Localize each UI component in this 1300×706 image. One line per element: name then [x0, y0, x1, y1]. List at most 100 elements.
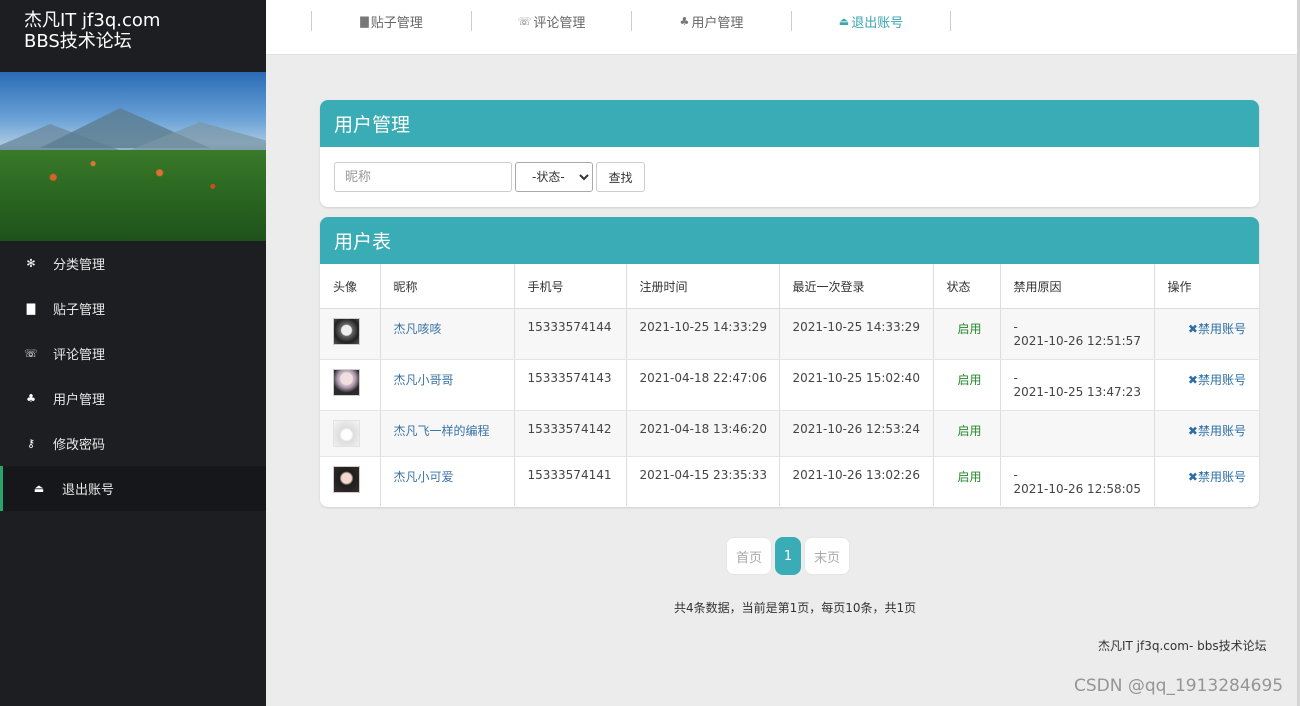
avatar-cell [320, 308, 381, 360]
sidebar-item-comments[interactable]: ☏ 评论管理 [0, 331, 266, 376]
close-icon: ✖ [1187, 423, 1198, 438]
topnav-item-comments[interactable]: ☏ 评论管理 [471, 11, 631, 31]
topnav-item-users[interactable]: ♣ 用户管理 [631, 11, 791, 31]
topnav-item-logout[interactable]: ⏏ 退出账号 [791, 11, 951, 31]
nickname-link[interactable]: 杰凡小可爱 [394, 470, 454, 484]
comments-icon: ☏ [517, 14, 532, 28]
key-icon: ⚷ [26, 437, 36, 450]
nickname-cell: 杰凡小可爱 [380, 456, 515, 506]
sidebar-item-label: 修改密码 [53, 438, 106, 453]
ban-reason-text: - [1013, 467, 1018, 482]
actions-cell: ✖禁用账号 [1154, 456, 1259, 506]
nickname-link[interactable]: 杰凡飞一样的编程 [394, 424, 490, 438]
actions-cell: ✖禁用账号 [1154, 308, 1259, 360]
brand-line-2: BBS技术论坛 [24, 31, 132, 52]
sidebar-item-posts[interactable]: ▇ 贴子管理 [0, 286, 266, 331]
nickname-cell: 杰凡小哥哥 [380, 359, 515, 411]
nickname-cell: 杰凡咳咳 [380, 308, 515, 360]
status-select[interactable]: -状态- [515, 162, 593, 192]
panel-title: 用户管理 [320, 100, 1259, 147]
user-table: 头像 昵称 手机号 注册时间 最近一次登录 状态 禁用原因 操作 杰凡咳咳 15… [320, 264, 1259, 506]
avatar [333, 368, 360, 396]
sidebar-menu: ✻ 分类管理 ▇ 贴子管理 ☏ 评论管理 ♣ 用户管理 ⚷ 修改密码 ⏏ 退出账… [0, 241, 266, 511]
disable-account-button[interactable]: ✖禁用账号 [1188, 322, 1246, 336]
sidebar-item-category[interactable]: ✻ 分类管理 [0, 241, 266, 286]
avatar-cell [320, 456, 381, 506]
file-icon: ▇ [360, 14, 369, 28]
users-icon: ♣ [679, 14, 690, 28]
topnav-item-label: 退出账号 [851, 15, 904, 31]
search-bar: -状态- 查找 [320, 147, 1259, 192]
topnav-item-label: 评论管理 [533, 15, 586, 31]
watermark: CSDN @qq_1913284695 [1074, 676, 1284, 696]
status-cell: 启用 [933, 456, 1001, 506]
last-login-cell: 2021-10-25 14:33:29 [779, 308, 934, 360]
sidebar-item-label: 分类管理 [53, 258, 106, 273]
disable-account-button[interactable]: ✖禁用账号 [1188, 424, 1246, 438]
topnav-item-label: 贴子管理 [370, 15, 423, 31]
topnav-item-label: 用户管理 [691, 15, 744, 31]
nickname-link[interactable]: 杰凡咳咳 [394, 322, 442, 336]
ban-reason-text: - [1013, 319, 1018, 334]
registered-cell: 2021-04-18 13:46:20 [626, 410, 780, 457]
column-header-actions: 操作 [1154, 264, 1259, 309]
avatar-cell [320, 410, 381, 457]
ban-reason-cell: - 2021-10-26 12:51:57 [1000, 308, 1155, 360]
table-row: 杰凡飞一样的编程 15333574142 2021-04-18 13:46:20… [320, 410, 1259, 457]
close-icon: ✖ [1187, 372, 1198, 387]
pagination-info: 共4条数据，当前是第1页，每页10条，共1页 [674, 601, 917, 615]
ban-time: 2021-10-25 13:47:23 [1013, 384, 1141, 399]
ban-reason-text: - [1013, 370, 1018, 385]
avatar [333, 465, 360, 493]
column-header-nickname: 昵称 [380, 264, 515, 309]
comments-icon: ☏ [24, 347, 38, 360]
user-table-panel: 用户表 头像 昵称 手机号 注册时间 最近一次登录 状态 禁用原因 操作 杰凡咳… [320, 217, 1259, 507]
ban-reason-cell: - 2021-10-26 12:58:05 [1000, 456, 1155, 506]
ban-reason-cell: - 2021-10-25 13:47:23 [1000, 359, 1155, 411]
topnav-item-posts[interactable]: ▇ 贴子管理 [311, 11, 471, 31]
status-cell: 启用 [933, 410, 1001, 457]
column-header-registered: 注册时间 [626, 264, 780, 309]
phone-cell: 15333574143 [514, 359, 627, 411]
registered-cell: 2021-04-15 23:35:33 [626, 456, 780, 506]
phone-cell: 15333574144 [514, 308, 627, 360]
disable-account-label: 禁用账号 [1197, 423, 1246, 438]
pagination: 首页 1 末页 [726, 537, 853, 575]
panel-title: 用户表 [320, 217, 1259, 264]
column-header-status: 状态 [933, 264, 1001, 309]
sidebar-item-change-password[interactable]: ⚷ 修改密码 [0, 421, 266, 466]
last-page-button[interactable]: 末页 [804, 537, 850, 575]
avatar [333, 419, 360, 447]
column-header-phone: 手机号 [514, 264, 627, 309]
file-icon: ▇ [26, 302, 36, 315]
nickname-cell: 杰凡飞一样的编程 [380, 410, 515, 457]
brand-title: 杰凡IT jf3q.com BBS技术论坛 [0, 0, 266, 72]
registered-cell: 2021-10-25 14:33:29 [626, 308, 780, 360]
sidebar-item-users[interactable]: ♣ 用户管理 [0, 376, 266, 421]
ban-time: 2021-10-26 12:58:05 [1013, 481, 1141, 496]
actions-cell: ✖禁用账号 [1154, 410, 1259, 457]
avatar [333, 317, 360, 345]
ban-reason-cell [1000, 410, 1155, 457]
ban-time: 2021-10-26 12:51:57 [1013, 333, 1141, 348]
eject-icon: ⏏ [33, 482, 45, 495]
search-button[interactable]: 查找 [596, 162, 645, 192]
column-header-avatar: 头像 [320, 264, 381, 309]
eject-icon: ⏏ [838, 14, 850, 28]
disable-account-label: 禁用账号 [1197, 321, 1246, 336]
nickname-link[interactable]: 杰凡小哥哥 [394, 373, 454, 387]
phone-cell: 15333574142 [514, 410, 627, 457]
sidebar: 杰凡IT jf3q.com BBS技术论坛 ✻ 分类管理 ▇ 贴子管理 ☏ 评论… [0, 0, 266, 706]
table-row: 杰凡小哥哥 15333574143 2021-04-18 22:47:06 20… [320, 359, 1259, 411]
disable-account-button[interactable]: ✖禁用账号 [1188, 470, 1246, 484]
close-icon: ✖ [1187, 469, 1198, 484]
status-cell: 启用 [933, 359, 1001, 411]
table-header-row: 头像 昵称 手机号 注册时间 最近一次登录 状态 禁用原因 操作 [320, 264, 1259, 309]
nickname-input[interactable] [334, 162, 512, 192]
disable-account-button[interactable]: ✖禁用账号 [1188, 373, 1246, 387]
search-panel: 用户管理 -状态- 查找 [320, 100, 1259, 207]
page-number-button[interactable]: 1 [775, 537, 801, 575]
sidebar-item-label: 评论管理 [53, 348, 106, 363]
first-page-button[interactable]: 首页 [726, 537, 772, 575]
sidebar-item-logout[interactable]: ⏏ 退出账号 [0, 466, 266, 511]
